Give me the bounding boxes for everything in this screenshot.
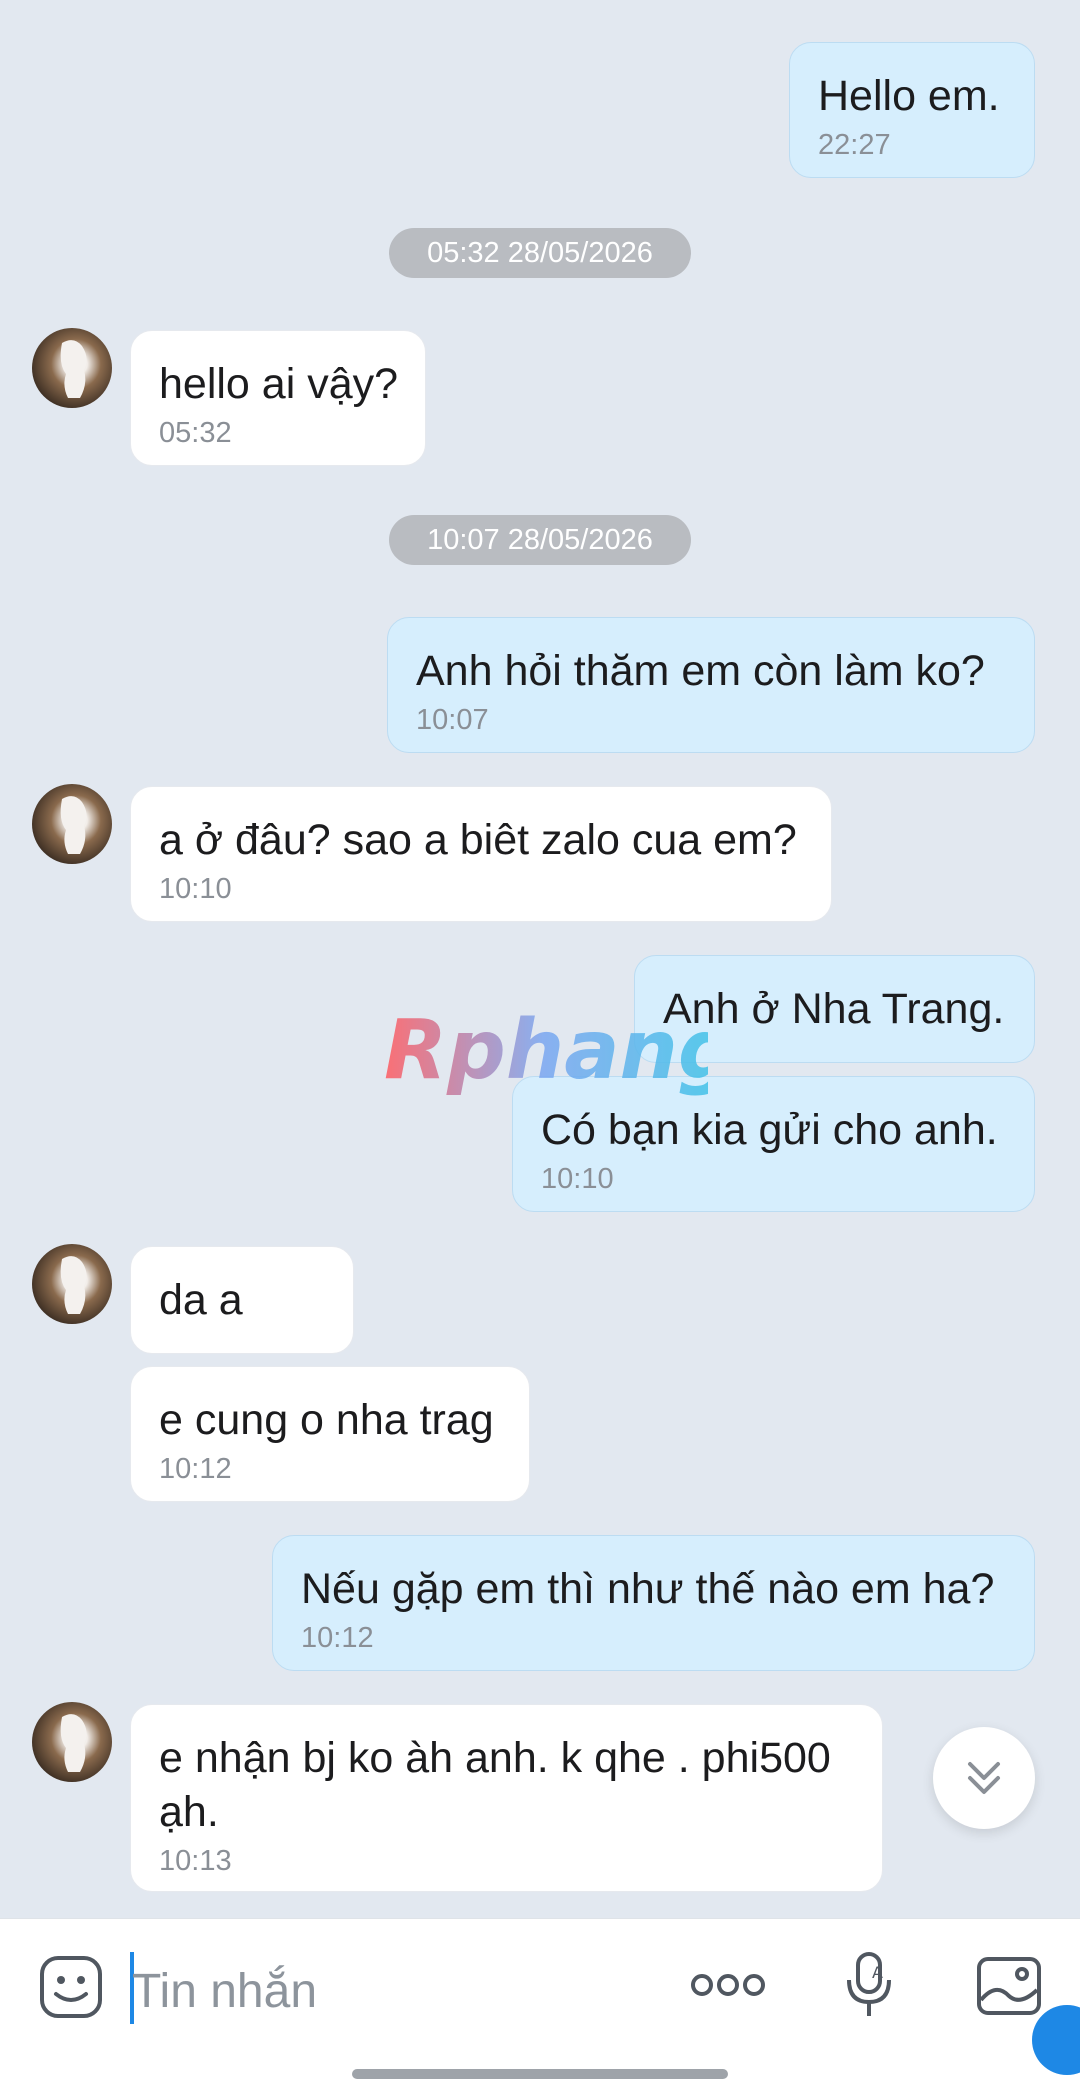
message-time: 10:07	[416, 704, 489, 736]
message-text: hello ai vậy?	[159, 360, 399, 408]
message-bubble-received[interactable]: a ở đâu? sao a biêt zalo cua em? 10:10	[130, 786, 832, 922]
more-icon[interactable]	[690, 1970, 766, 2000]
image-icon[interactable]	[976, 1956, 1042, 2016]
message-text: Hello em.	[818, 72, 1000, 120]
message-bubble-sent[interactable]: Anh hỏi thăm em còn làm ko? 10:07	[387, 617, 1035, 753]
message-time: 10:13	[159, 1845, 232, 1877]
double-chevron-down-icon	[968, 1762, 1000, 1794]
message-text: Anh hỏi thăm em còn làm ko?	[416, 647, 985, 695]
date-divider: 05:32 28/05/2026	[389, 228, 691, 278]
svg-text:A: A	[872, 1963, 883, 1982]
message-text: Nếu gặp em thì như thế nào em ha?	[301, 1565, 995, 1613]
message-time: 10:12	[159, 1453, 232, 1485]
watermark-logo: Rphang	[384, 1003, 708, 1098]
message-time: 10:10	[541, 1163, 614, 1195]
scroll-to-bottom-button[interactable]	[933, 1727, 1035, 1829]
emoji-icon[interactable]	[38, 1954, 104, 2020]
message-bubble-sent[interactable]: Nếu gặp em thì như thế nào em ha? 10:12	[272, 1535, 1035, 1671]
message-bubble-received[interactable]: e cung o nha trag 10:12	[130, 1366, 530, 1502]
message-bubble-received[interactable]: e nhận bj ko àh anh. k qhe . phi500 ạh. …	[130, 1704, 883, 1892]
message-text: e nhận bj ko àh anh. k qhe . phi500 ạh.	[159, 1734, 831, 1836]
date-divider: 10:07 28/05/2026	[389, 515, 691, 565]
message-time: 05:32	[159, 417, 232, 449]
message-time: 10:10	[159, 873, 232, 905]
message-time: 22:27	[818, 129, 891, 161]
message-bubble-sent[interactable]: Hello em. 22:27	[789, 42, 1035, 178]
message-input[interactable]: Tin nhắn	[132, 1962, 317, 2022]
message-text: e cung o nha trag	[159, 1396, 494, 1444]
message-time: 10:12	[301, 1622, 374, 1654]
message-text: Có bạn kia gửi cho anh.	[541, 1106, 998, 1154]
avatar[interactable]	[32, 784, 112, 864]
message-text: da a	[159, 1276, 243, 1324]
svg-text:Rphang: Rphang	[384, 1003, 708, 1098]
avatar[interactable]	[32, 1702, 112, 1782]
message-text: a ở đâu? sao a biêt zalo cua em?	[159, 816, 797, 864]
home-indicator	[352, 2069, 728, 2079]
message-bubble-received[interactable]: da a	[130, 1246, 354, 1354]
message-text: Anh ở Nha Trang.	[663, 985, 1005, 1033]
mic-icon[interactable]: A	[842, 1950, 898, 2020]
avatar[interactable]	[32, 1244, 112, 1324]
chat-area[interactable]: Hello em. 22:27 05:32 28/05/2026 hello a…	[0, 0, 1080, 1918]
avatar[interactable]	[32, 328, 112, 408]
message-bubble-received[interactable]: hello ai vậy? 05:32	[130, 330, 426, 466]
